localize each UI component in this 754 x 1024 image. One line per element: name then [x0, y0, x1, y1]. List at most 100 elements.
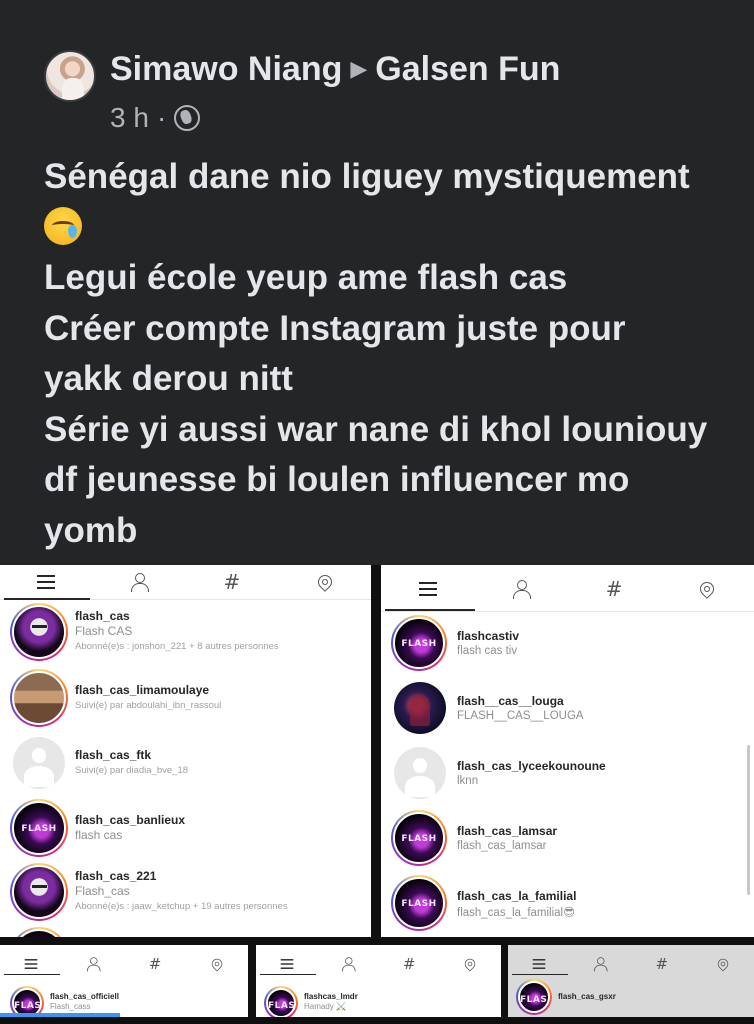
tab-top[interactable] — [256, 945, 317, 983]
tab-top[interactable] — [508, 945, 570, 983]
post-line: Série yi aussi war nane di khol louniouy — [44, 409, 708, 449]
result-username: flashcastiv — [457, 629, 520, 643]
result-avatar[interactable] — [394, 682, 446, 734]
result-username: flash_cas_gsxr — [558, 992, 616, 1001]
panel-gap — [371, 565, 381, 945]
tab-tags[interactable]: # — [186, 565, 279, 599]
tab-accounts[interactable] — [317, 945, 378, 983]
user-icon — [594, 957, 608, 972]
search-tabs: # — [256, 945, 501, 983]
result-username: flash_cas_la_familial — [457, 889, 577, 903]
result-fullname: Flash_cas — [75, 884, 130, 898]
tab-places[interactable] — [661, 565, 754, 613]
tab-top[interactable] — [381, 565, 474, 613]
search-result-row[interactable]: flash_cas_lyceekounoune lknn — [381, 745, 754, 809]
tab-places[interactable] — [186, 945, 248, 983]
tab-top[interactable] — [0, 565, 93, 599]
result-username: flash_cas_officiell — [50, 992, 119, 1001]
tab-accounts[interactable] — [570, 945, 632, 983]
result-avatar[interactable] — [10, 669, 68, 727]
tab-places[interactable] — [440, 945, 501, 983]
result-avatar[interactable] — [264, 986, 298, 1017]
search-result-row[interactable]: flash__cas__louga FLASH__CAS__LOUGA — [381, 680, 754, 744]
result-username: flashcas_lmdr — [304, 992, 358, 1001]
result-fullname: flash cas tiv — [457, 645, 518, 657]
result-username: flash_cas_banlieux — [75, 813, 186, 827]
search-result-row[interactable]: flash_cas_la_familial flash_cas_la_famil… — [381, 875, 754, 937]
search-result-row[interactable]: flashcastiv flash cas tiv — [381, 615, 754, 679]
result-avatar[interactable] — [516, 979, 552, 1015]
active-tab-indicator — [260, 974, 316, 975]
result-username: flash_cas_221 — [75, 869, 157, 883]
result-username: flash_cas_lamsar — [457, 824, 558, 838]
scrollbar[interactable] — [747, 745, 750, 895]
hashtag-icon: # — [605, 577, 623, 601]
post-emoji-line — [44, 203, 744, 254]
tab-tags[interactable]: # — [631, 945, 693, 983]
result-avatar[interactable] — [10, 863, 68, 921]
post-meta: 3 h · — [110, 102, 201, 134]
location-pin-icon — [314, 572, 335, 592]
tab-places[interactable] — [278, 565, 371, 599]
post-line: yomb — [44, 510, 138, 550]
author-name[interactable]: Simawo Niang — [110, 50, 342, 88]
result-avatar[interactable] — [391, 875, 447, 931]
post-line: df jeunesse bi loulen influencer mo — [44, 460, 630, 499]
result-avatar[interactable] — [10, 799, 68, 857]
post-line: Créer compte Instagram juste pour — [44, 308, 626, 348]
author-avatar[interactable] — [44, 50, 96, 102]
result-avatar[interactable] — [391, 615, 447, 671]
search-tabs: # — [0, 945, 248, 983]
result-fullname: FLASH__CAS__LOUGA — [457, 710, 584, 722]
tab-places[interactable] — [693, 945, 754, 983]
tab-accounts[interactable] — [474, 565, 567, 613]
tab-divider — [381, 611, 754, 612]
tab-tags[interactable]: # — [379, 945, 440, 983]
post-body: Sénégal dane nio liguey mystiquement Leg… — [44, 152, 744, 556]
result-followers-note: Abonné(e)s : jaaw_ketchup + 19 autres pe… — [75, 901, 288, 912]
search-result-row[interactable]: flash_cas_banlieux flash cas — [0, 799, 371, 863]
location-pin-icon — [209, 956, 225, 972]
bottom-edge — [0, 1017, 754, 1024]
result-fullname: flash_cas_lamsar — [457, 840, 547, 852]
result-avatar[interactable] — [394, 747, 446, 799]
result-avatar[interactable] — [391, 810, 447, 866]
result-avatar[interactable] — [10, 603, 68, 661]
result-avatar[interactable] — [13, 737, 65, 789]
post-line: yakk derou nitt — [44, 359, 293, 398]
result-fullname: Flash CAS — [75, 624, 133, 638]
user-icon — [131, 573, 150, 592]
search-result-row[interactable]: flash_cas_lamsar flash_cas_lamsar — [381, 810, 754, 874]
search-result-row[interactable]: flash_cas Flash CAS Abonné(e)s : jonshon… — [0, 603, 371, 667]
search-result-row[interactable]: flash_cas_221 Flash_cas Abonné(e)s : jaa… — [0, 863, 371, 927]
result-fullname: flash cas — [75, 828, 123, 842]
tab-tags[interactable]: # — [568, 565, 661, 613]
search-screenshot-right: # flashcastiv flash cas tiv flash__cas__… — [381, 565, 754, 937]
search-screenshot-mini-1: # flash_cas_officiell Flash_cass — [0, 945, 248, 1017]
tab-accounts[interactable] — [62, 945, 124, 983]
result-followed-by-note: Suivi(e) par diadia_bve_18 — [75, 765, 189, 776]
search-result-row[interactable]: flash_cas_ftk Suivi(e) par diadia_bve_18 — [0, 735, 371, 799]
facebook-post: Simawo Niang ▶ Galsen Fun 3 h · Sénégal da… — [0, 0, 754, 565]
search-result-row[interactable]: flash_cas_limamoulaye Suivi(e) par abdou… — [0, 669, 371, 733]
post-line: Sénégal dane nio liguey mystiquement — [44, 157, 690, 196]
menu-icon — [37, 575, 56, 589]
post-time[interactable]: 3 h — [110, 102, 149, 134]
user-icon — [512, 580, 531, 599]
user-icon — [87, 957, 101, 972]
tab-top[interactable] — [0, 945, 62, 983]
author-line: Simawo Niang ▶ Galsen Fun — [110, 50, 560, 89]
triangle-right-icon: ▶ — [350, 56, 368, 81]
globe-icon — [174, 105, 201, 131]
result-followers-note: Abonné(e)s : jonshon_221 + 8 autres pers… — [75, 641, 279, 652]
meta-separator: · — [156, 102, 167, 133]
active-tab-indicator — [385, 609, 475, 611]
result-avatar-partial[interactable] — [10, 927, 68, 937]
crying-face-icon — [44, 206, 82, 245]
result-followed-by-note: Suivi(e) par abdoulahi_ibn_rassoul — [75, 700, 222, 711]
post-line: Legui école yeup ame flash cas — [44, 258, 568, 297]
group-name[interactable]: Galsen Fun — [375, 50, 560, 88]
tab-accounts[interactable] — [93, 565, 186, 599]
tab-tags[interactable]: # — [124, 945, 186, 983]
result-fullname: lknn — [457, 775, 479, 787]
